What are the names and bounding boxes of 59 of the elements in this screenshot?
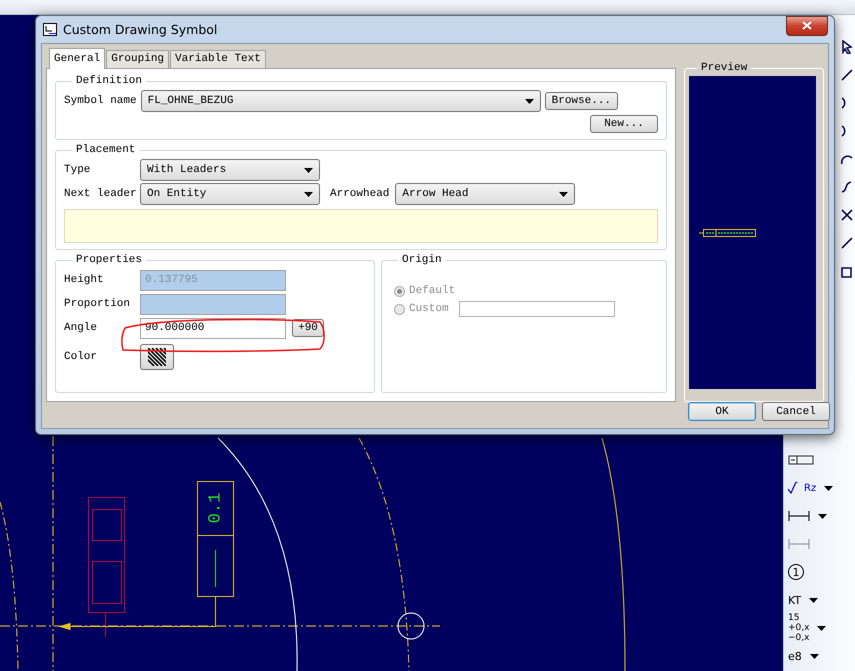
caret-icon xyxy=(559,192,568,196)
text-style-tool-button[interactable]: KT xyxy=(788,587,855,613)
dimension-icon xyxy=(788,539,810,549)
caret-icon xyxy=(809,598,818,602)
caret-icon xyxy=(824,486,834,490)
symbol-name-dropdown[interactable]: FL_OHNE_BEZUG xyxy=(140,90,541,112)
field-label: Color xyxy=(64,351,98,363)
rotate-button[interactable]: +90 xyxy=(292,319,324,337)
dimension-icon xyxy=(788,511,810,521)
group-title: Placement xyxy=(75,144,136,156)
hole-circle xyxy=(398,612,424,640)
new-button[interactable]: New... xyxy=(590,115,658,133)
draw-tool-icon[interactable] xyxy=(840,40,854,54)
next-leader-dropdown[interactable]: On Entity xyxy=(140,183,320,205)
field-label: Type xyxy=(64,164,92,176)
field-label: Arrowhead xyxy=(330,188,390,200)
feature-frame-icon xyxy=(788,455,814,465)
browse-button[interactable]: Browse... xyxy=(544,92,618,110)
close-icon xyxy=(802,21,812,30)
color-button[interactable] xyxy=(140,344,174,370)
draw-tool-icon[interactable] xyxy=(840,180,854,194)
caret-icon xyxy=(304,168,313,172)
group-title: Properties xyxy=(75,254,144,266)
caret-icon xyxy=(810,654,819,658)
field-label: Next leader xyxy=(64,188,134,200)
roughness-tool-button[interactable]: Rz xyxy=(788,475,855,501)
tab[interactable]: Grouping xyxy=(106,50,170,68)
field-label: Proportion xyxy=(64,298,132,310)
symbol-icon xyxy=(43,23,57,36)
symbol-preview-drawing xyxy=(699,228,757,236)
group-title: Origin xyxy=(401,254,443,266)
angle-field[interactable]: 90.000000 xyxy=(140,318,286,338)
group-title: Preview xyxy=(700,62,748,74)
symbol-text: 0.1 xyxy=(206,492,226,524)
field-label: Angle xyxy=(64,322,98,334)
fit-tool-button[interactable]: e8 xyxy=(788,643,855,669)
window-title: Custom Drawing Symbol xyxy=(63,22,218,37)
caret-icon xyxy=(524,98,534,104)
tab[interactable]: General xyxy=(49,48,106,69)
caret-icon xyxy=(817,626,826,630)
balloon-tool-button[interactable]: 1 xyxy=(788,559,855,585)
close-button[interactable] xyxy=(786,16,828,36)
field-label: Symbol name xyxy=(64,95,137,107)
cancel-button[interactable]: Cancel xyxy=(762,402,830,421)
draw-tool-icon[interactable] xyxy=(840,208,854,222)
draw-tool-icon[interactable] xyxy=(840,236,854,250)
draw-tool-icon[interactable] xyxy=(840,264,854,278)
tolerance-tool-button[interactable]: 15 +0,x −0,x xyxy=(788,615,855,641)
caret-icon xyxy=(818,514,827,518)
type-dropdown[interactable]: With Leaders xyxy=(140,159,320,181)
draw-tool-icon[interactable] xyxy=(840,68,854,82)
roughness-icon xyxy=(788,482,798,494)
tab[interactable]: Variable Text xyxy=(170,50,266,68)
ok-button[interactable]: OK xyxy=(688,402,756,421)
field-label: Height xyxy=(64,274,105,286)
caret-icon xyxy=(304,192,313,196)
arrowhead-dropdown[interactable]: Arrow Head xyxy=(395,183,576,205)
hatch-icon xyxy=(148,348,166,366)
group-title: Definition xyxy=(75,75,144,87)
